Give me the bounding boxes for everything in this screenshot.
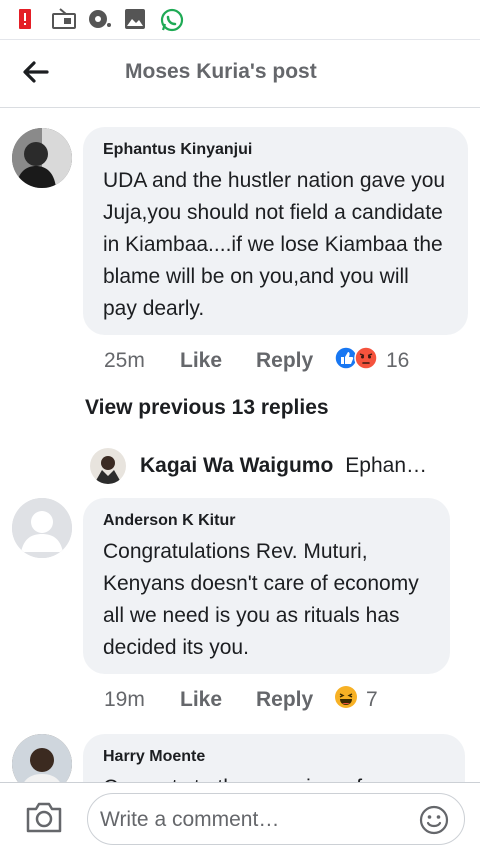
avatar[interactable] bbox=[12, 128, 72, 188]
comment-text: Congratulations Rev. Muturi, Kenyans doe… bbox=[103, 540, 419, 659]
reaction-count: 16 bbox=[386, 349, 410, 372]
haha-icon bbox=[334, 685, 358, 715]
reactions[interactable]: 7 bbox=[334, 685, 378, 715]
back-button[interactable] bbox=[16, 54, 56, 94]
angry-icon bbox=[354, 346, 378, 376]
view-previous-replies[interactable]: View previous 13 replies bbox=[85, 396, 329, 420]
avatar[interactable] bbox=[12, 498, 72, 558]
reply-button[interactable]: Reply bbox=[256, 349, 334, 373]
comment-bubble[interactable]: Harry Moente Congrats to the organizers … bbox=[83, 734, 465, 782]
avatar[interactable] bbox=[90, 448, 126, 484]
comments-list: Ephantus Kinyanjui UDA and the hustler n… bbox=[0, 108, 480, 782]
comment-bubble[interactable]: Anderson K Kitur Congratulations Rev. Mu… bbox=[83, 498, 450, 674]
like-button[interactable]: Like bbox=[180, 688, 256, 712]
comment-input[interactable]: Write a comment… bbox=[87, 793, 465, 845]
comment-actions: 19m Like Reply 7 bbox=[104, 685, 378, 715]
post-header: Moses Kuria's post bbox=[0, 40, 480, 108]
reply-author[interactable]: Kagai Wa Waigumo bbox=[140, 454, 333, 478]
page-title: Moses Kuria's post bbox=[125, 60, 317, 83]
comment-input-placeholder: Write a comment… bbox=[100, 808, 280, 831]
reaction-count: 7 bbox=[366, 688, 378, 711]
gallery-icon bbox=[124, 8, 146, 35]
back-arrow-icon bbox=[23, 60, 49, 88]
smiley-icon bbox=[418, 805, 450, 840]
comment-time[interactable]: 25m bbox=[104, 349, 180, 373]
reply-preview[interactable]: Kagai Wa Waigumo Ephan… bbox=[90, 446, 460, 486]
comment-text: Congrats to the organizers for bbox=[103, 772, 445, 782]
reply-button[interactable]: Reply bbox=[256, 688, 334, 712]
comment-bubble[interactable]: Ephantus Kinyanjui UDA and the hustler n… bbox=[83, 127, 468, 335]
sync-icon bbox=[88, 8, 112, 35]
comment-author[interactable]: Harry Moente bbox=[103, 748, 445, 766]
radio-icon bbox=[52, 8, 76, 35]
reactions[interactable]: 16 bbox=[334, 346, 409, 376]
whatsapp-icon bbox=[160, 8, 184, 37]
avatar[interactable] bbox=[12, 734, 72, 782]
alert-icon bbox=[18, 8, 32, 35]
emoji-button[interactable] bbox=[418, 804, 450, 836]
comment-text: UDA and the hustler nation gave you Juja… bbox=[103, 169, 446, 320]
camera-icon bbox=[24, 802, 64, 839]
comment-actions: 25m Like Reply 16 bbox=[104, 346, 409, 376]
like-button[interactable]: Like bbox=[180, 349, 256, 373]
comment-author[interactable]: Ephantus Kinyanjui bbox=[103, 141, 448, 159]
comment-author[interactable]: Anderson K Kitur bbox=[103, 512, 430, 530]
comment-composer: Write a comment… bbox=[0, 782, 480, 854]
status-bar bbox=[0, 0, 480, 40]
camera-button[interactable] bbox=[24, 801, 68, 837]
reply-preview-text: Ephan… bbox=[345, 454, 428, 477]
comment-time[interactable]: 19m bbox=[104, 688, 180, 712]
